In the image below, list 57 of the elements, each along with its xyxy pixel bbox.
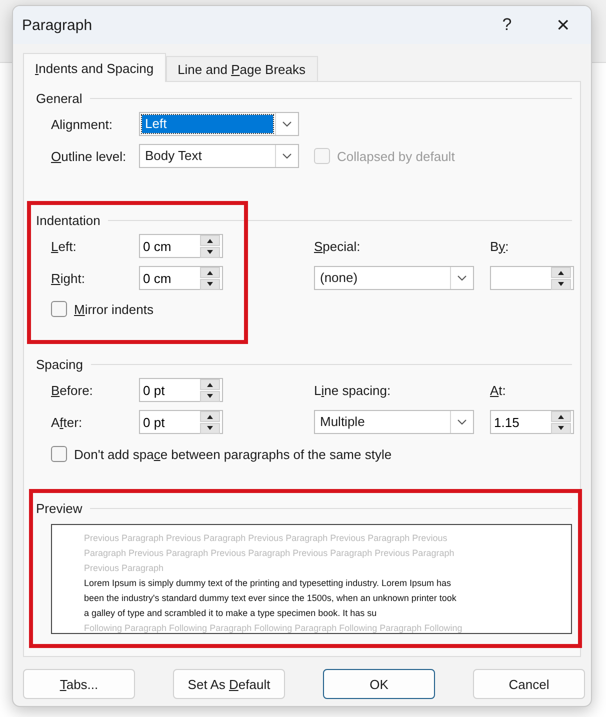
field-label: After:: [51, 414, 84, 430]
checkbox[interactable]: [51, 301, 67, 317]
sample-text-line: a galley of type and scrambled it to make a type specimen book. It has su: [84, 607, 378, 620]
spin-up-icon[interactable]: [200, 266, 220, 278]
context-text-line: Previous Paragraph Previous Paragraph Previous Paragraph Previous Paragraph Previous: [84, 532, 448, 545]
spin-down-icon[interactable]: [200, 246, 220, 258]
spin-up-icon[interactable]: [200, 234, 220, 246]
checkbox-label: Mirror indents: [74, 302, 154, 316]
context-text-line: Following Paragraph Following Paragraph Following Paragraph Following Paragraph Following: [84, 622, 464, 633]
help-button[interactable]: ?: [479, 6, 535, 44]
after-spacing-field[interactable]: 0 pt: [139, 410, 223, 434]
right-indent-field[interactable]: 0 cm: [139, 266, 223, 290]
checkbox-label: Collapsed by default: [337, 148, 455, 164]
dialog-button[interactable]: OK: [323, 669, 435, 699]
spin-down-icon[interactable]: [200, 390, 220, 402]
window-title: Paragraph: [22, 16, 94, 34]
dialog-button[interactable]: Tabs...: [23, 669, 135, 699]
spin-down-icon[interactable]: [551, 278, 571, 290]
section-title: Spacing: [36, 356, 83, 372]
section-title: General: [36, 90, 82, 106]
field-label: At:: [490, 382, 507, 398]
spin-up-icon[interactable]: [551, 266, 571, 278]
outline-level-dropdown[interactable]: Body Text: [139, 144, 299, 168]
field-label: Left:: [51, 238, 78, 254]
tab[interactable]: Indents and Spacing: [23, 53, 166, 82]
field-label: Outline level:: [51, 148, 128, 164]
tab[interactable]: Line and Page Breaks: [166, 56, 318, 82]
context-text-line: Paragraph Previous Paragraph Previous Paragraph Previous Paragraph Previous Paragraph: [84, 547, 456, 560]
field-label: Alignment:: [51, 116, 114, 132]
sample-text-line: been the industry's standard dummy text ever since the 1500s, when an unknown printer took: [84, 592, 458, 605]
close-button[interactable]: ✕: [535, 6, 591, 44]
special-dropdown[interactable]: (none): [314, 266, 474, 290]
checkbox-label: Don't add space between paragraphs of the same style: [74, 446, 392, 462]
checkbox[interactable]: [51, 446, 67, 462]
dialog-button[interactable]: Set As Default: [173, 669, 285, 699]
field-label: Right:: [51, 270, 86, 286]
field-label: Before:: [51, 382, 94, 398]
at-field[interactable]: 1.15: [490, 410, 574, 434]
before-spacing-field[interactable]: 0 pt: [139, 378, 223, 402]
field-label: By:: [490, 238, 510, 254]
spin-up-icon[interactable]: [200, 410, 220, 422]
spin-down-icon[interactable]: [200, 422, 220, 434]
dialog-button[interactable]: Cancel: [473, 669, 585, 699]
field-label: Line spacing:: [314, 382, 392, 398]
sample-text-line: Lorem Ipsum is simply dummy text of the printing and typesetting industry. Lorem Ipsum has: [84, 577, 452, 590]
field-label: Special:: [314, 238, 362, 254]
spin-up-icon[interactable]: [200, 378, 220, 390]
line-spacing-dropdown[interactable]: Multiple: [314, 410, 474, 434]
section-title: Indentation: [36, 212, 100, 228]
context-text-line: Previous Paragraph: [84, 562, 165, 575]
left-indent-field[interactable]: 0 cm: [139, 234, 223, 258]
by-field[interactable]: [490, 266, 574, 290]
alignment-dropdown[interactable]: Left: [139, 112, 299, 136]
spin-down-icon[interactable]: [551, 422, 571, 434]
spin-down-icon[interactable]: [200, 278, 220, 290]
section-title: Preview: [36, 500, 82, 516]
spin-up-icon[interactable]: [551, 410, 571, 422]
